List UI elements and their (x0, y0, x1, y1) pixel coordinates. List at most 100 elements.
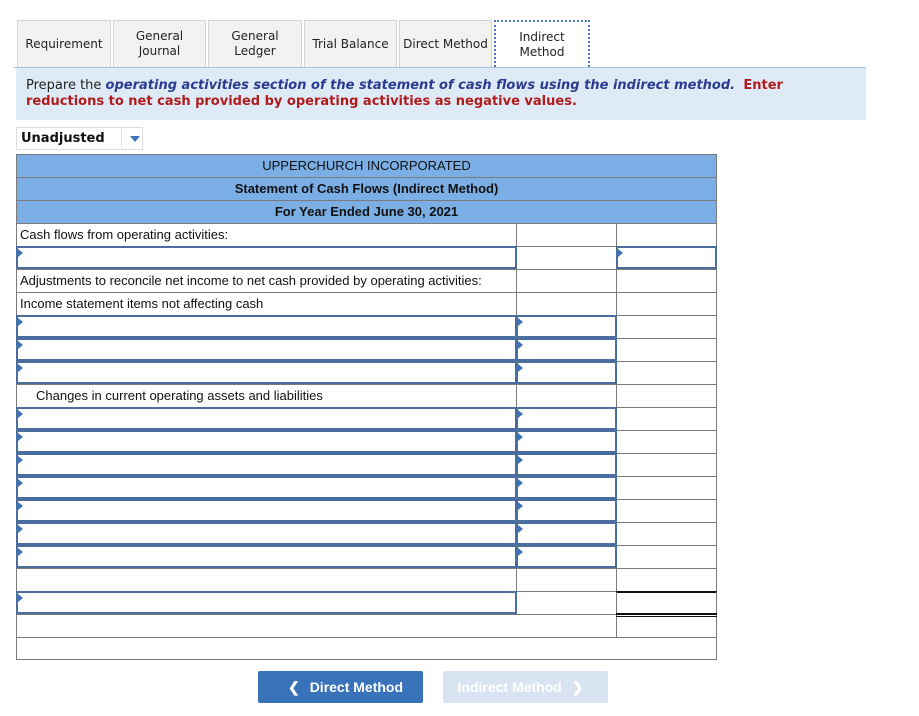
tab-direct-method[interactable]: Direct Method (399, 20, 492, 67)
table-row: Income statement items not affecting cas… (16, 292, 717, 315)
empty-cell (16, 614, 616, 637)
statement-title: Statement of Cash Flows (Indirect Method… (16, 177, 717, 200)
net-income-label-input[interactable] (16, 246, 517, 269)
cell (516, 591, 616, 614)
empty-cell (516, 568, 616, 591)
net-cash-total-cell (616, 591, 717, 614)
empty-cell (616, 292, 717, 315)
adjustment-dropdown[interactable]: Unadjusted (16, 127, 143, 150)
change-item-input[interactable] (16, 430, 517, 453)
table-row: Changes in current operating assets and … (16, 384, 717, 407)
total-adjustments-cell (616, 568, 717, 591)
net-cash-label-input[interactable] (16, 591, 517, 614)
cell (616, 315, 717, 338)
change-amount-input[interactable] (516, 476, 617, 499)
change-amount-input[interactable] (516, 453, 617, 476)
change-item-input[interactable] (16, 407, 517, 430)
tab-general-ledger[interactable]: General Ledger (208, 20, 302, 67)
instructions: Prepare the operating activities section… (16, 68, 866, 120)
tab-label: General Journal (135, 29, 184, 58)
table-row (16, 430, 717, 453)
cell (616, 338, 717, 361)
tab-trial-balance[interactable]: Trial Balance (304, 20, 397, 67)
empty-cell (516, 269, 616, 292)
noncash-label: Income statement items not affecting cas… (16, 292, 516, 315)
table-row (16, 361, 717, 384)
table-row: Adjustments to reconcile net income to n… (16, 269, 717, 292)
tab-bar: Requirement General Journal General Ledg… (17, 20, 592, 67)
empty-cell (516, 223, 616, 246)
cash-flow-statement: UPPERCHURCH INCORPORATED Statement of Ca… (16, 154, 717, 660)
empty-cell (516, 292, 616, 315)
table-row (16, 315, 717, 338)
cell (616, 430, 717, 453)
empty-cell (616, 223, 717, 246)
empty-cell (516, 384, 616, 407)
table-row (16, 637, 717, 660)
instructions-prefix: Prepare the (26, 78, 106, 93)
cell (616, 407, 717, 430)
tab-general-journal[interactable]: General Journal (113, 20, 206, 67)
change-amount-input[interactable] (516, 545, 617, 568)
double-underline (616, 613, 717, 617)
tab-label: Indirect Method (519, 29, 565, 59)
cell (616, 545, 717, 568)
table-row (16, 522, 717, 545)
tab-indirect-method[interactable]: Indirect Method (494, 20, 590, 67)
table-row (16, 591, 717, 617)
table-row: Cash flows from operating activities: (16, 223, 717, 246)
table-row (16, 476, 717, 499)
change-item-input[interactable] (16, 545, 517, 568)
empty-cell (16, 637, 717, 660)
empty-cell (616, 269, 717, 292)
statement-period: For Year Ended June 30, 2021 (16, 200, 717, 223)
change-item-input[interactable] (16, 453, 517, 476)
change-item-input[interactable] (16, 522, 517, 545)
table-row (16, 545, 717, 568)
table-row (16, 407, 717, 430)
cell (616, 453, 717, 476)
table-row (16, 568, 717, 591)
empty-cell (616, 384, 717, 407)
change-amount-input[interactable] (516, 522, 617, 545)
empty-cell (16, 568, 516, 591)
company-name: UPPERCHURCH INCORPORATED (16, 154, 717, 177)
noncash-amount-input[interactable] (516, 315, 617, 338)
change-item-input[interactable] (16, 499, 517, 522)
cell (516, 246, 616, 269)
adjustments-label: Adjustments to reconcile net income to n… (16, 269, 516, 292)
tab-label: General Ledger (231, 29, 279, 58)
prev-direct-method-button[interactable]: ❮ Direct Method (258, 671, 423, 703)
chevron-left-icon: ❮ (287, 678, 300, 695)
net-income-amount-input[interactable] (616, 246, 717, 269)
next-indirect-method-button[interactable]: Indirect Method ❯ (443, 671, 608, 703)
noncash-item-input[interactable] (16, 315, 517, 338)
chevron-down-icon (130, 135, 140, 142)
noncash-amount-input[interactable] (516, 338, 617, 361)
noncash-item-input[interactable] (16, 361, 517, 384)
changes-label: Changes in current operating assets and … (16, 384, 516, 407)
noncash-item-input[interactable] (16, 338, 517, 361)
instructions-emphasis: operating activities section of the stat… (105, 78, 736, 93)
table-row (16, 453, 717, 476)
prev-button-label: Direct Method (309, 679, 404, 695)
empty-cell (616, 614, 717, 637)
cell (616, 522, 717, 545)
tab-requirement[interactable]: Requirement (17, 20, 111, 67)
dropdown-value: Unadjusted (21, 131, 105, 146)
operating-label: Cash flows from operating activities: (16, 223, 516, 246)
table-row (16, 246, 717, 269)
noncash-amount-input[interactable] (516, 361, 617, 384)
table-row (16, 338, 717, 361)
change-item-input[interactable] (16, 476, 517, 499)
cell (616, 476, 717, 499)
table-row (16, 614, 717, 637)
chevron-right-icon: ❯ (571, 678, 584, 695)
next-button-label: Indirect Method (457, 679, 562, 695)
change-amount-input[interactable] (516, 430, 617, 453)
table-row (16, 499, 717, 522)
change-amount-input[interactable] (516, 407, 617, 430)
change-amount-input[interactable] (516, 499, 617, 522)
cell (616, 361, 717, 384)
dropdown-separator (121, 128, 122, 149)
